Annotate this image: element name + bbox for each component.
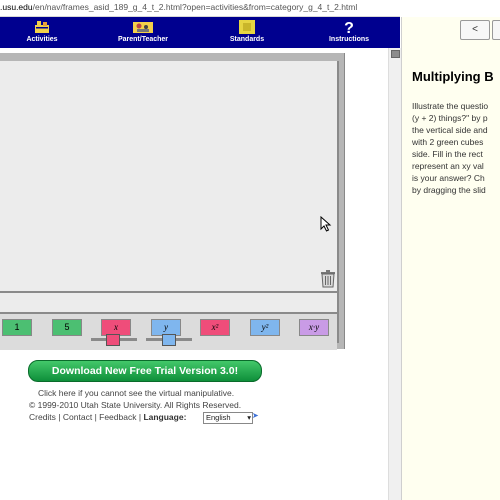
download-trial-button[interactable]: Download New Free Trial Version 3.0!	[28, 360, 262, 382]
instruction-line: the vertical side and	[412, 125, 488, 135]
instruction-line: side. Fill in the rect	[412, 149, 483, 159]
nav-standards-label: Standards	[229, 36, 265, 43]
instruction-line: by dragging the slid	[412, 185, 486, 195]
address-domain: .usu.edu	[0, 2, 33, 12]
address-path: /en/nav/frames_asid_189_g_4_t_2.html?ope…	[32, 2, 358, 12]
next-page-button[interactable]	[492, 20, 500, 40]
standards-icon	[239, 20, 255, 34]
instruction-line: represent an xy val	[412, 161, 484, 171]
parent-teacher-icon	[133, 22, 153, 33]
nav-instructions-label: Instructions	[328, 36, 370, 43]
nav-activities-label: Activities	[26, 36, 58, 43]
tile-toolbar: 1 5 x y x² y² x·y	[0, 312, 337, 350]
credits-link[interactable]: Credits	[29, 412, 56, 422]
nav-instructions[interactable]: ? Instructions	[326, 19, 372, 47]
instruction-line: is your answer? Ch	[412, 173, 485, 183]
nav-standards[interactable]: Standards	[226, 19, 268, 47]
copyright-text: © 1999-2010 Utah State University. All R…	[29, 400, 242, 410]
instruction-line: (y + 2) things?" by p	[412, 113, 488, 123]
tile-5-button[interactable]: 5	[52, 319, 82, 336]
top-nav-bar: Activities Parent/Teacher Standards ? In…	[0, 17, 400, 48]
contact-link[interactable]: Contact	[63, 412, 92, 422]
language-select-value: English	[206, 413, 231, 422]
svg-text:?: ?	[344, 20, 354, 35]
y-slider-knob[interactable]	[162, 334, 176, 346]
address-bar[interactable]: .usu.edu/en/nav/frames_asid_189_g_4_t_2.…	[0, 0, 400, 17]
language-arrow-icon[interactable]: ➤	[252, 411, 259, 420]
activities-icon	[35, 21, 49, 33]
prev-page-button[interactable]: <	[460, 20, 490, 40]
instruction-line: Illustrate the questio	[412, 101, 489, 111]
trash-icon[interactable]	[318, 268, 338, 288]
nav-parent-teacher-label: Parent/Teacher	[117, 36, 169, 43]
footer-links: Credits | Contact | Feedback | Language:	[29, 412, 186, 422]
tile-x-squared-button[interactable]: x²	[200, 319, 230, 336]
scrollbar-handle[interactable]	[391, 50, 400, 58]
feedback-link[interactable]: Feedback	[99, 412, 136, 422]
applet-frame: 1 5 x y x² y² x·y	[0, 53, 345, 350]
help-link[interactable]: Click here if you cannot see the virtual…	[38, 388, 234, 398]
instructions-panel: < Multiplying B Illustrate the questio (…	[401, 17, 500, 500]
language-label: Language:	[143, 412, 187, 422]
language-select[interactable]: English ▾	[203, 412, 253, 424]
workspace-canvas[interactable]	[0, 61, 339, 343]
x-slider-knob[interactable]	[106, 334, 120, 346]
activity-title: Multiplying B	[412, 69, 494, 84]
instruction-line: with 2 green cubes	[412, 137, 484, 147]
question-mark-icon: ?	[344, 20, 354, 35]
tile-1-button[interactable]: 1	[2, 319, 32, 336]
chevron-down-icon: ▾	[247, 413, 251, 422]
tile-xy-button[interactable]: x·y	[299, 319, 329, 336]
nav-activities[interactable]: Activities	[22, 19, 62, 47]
frame-scrollbar[interactable]	[388, 48, 401, 500]
tile-y-squared-button[interactable]: y²	[250, 319, 280, 336]
mouse-pointer-icon	[320, 216, 332, 232]
workspace-shelf	[0, 291, 337, 293]
nav-parent-teacher[interactable]: Parent/Teacher	[112, 19, 174, 47]
